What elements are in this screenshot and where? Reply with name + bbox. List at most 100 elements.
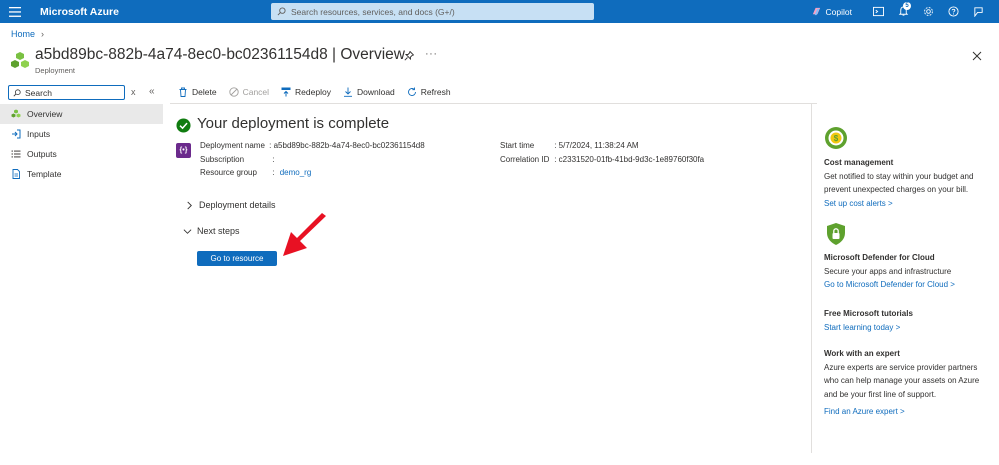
copilot-icon bbox=[812, 7, 820, 16]
redeploy-button[interactable]: Redeploy bbox=[281, 87, 331, 97]
cancel-label: Cancel bbox=[242, 87, 270, 97]
resource-group-row: Resource group : demo_rg bbox=[200, 168, 311, 177]
menu-icon[interactable] bbox=[0, 0, 30, 23]
defender-shield-icon bbox=[827, 223, 845, 245]
resource-menu: Overview Inputs Outputs Template bbox=[0, 104, 163, 184]
deployment-cubes-icon bbox=[11, 52, 29, 68]
breadcrumb-home-link[interactable]: Home bbox=[11, 29, 35, 39]
expert-description: Azure experts are service provider partn… bbox=[824, 362, 980, 399]
menu-search-value: Search bbox=[25, 87, 52, 98]
start-time-row: Start time : 5/7/2024, 11:38:24 AM bbox=[500, 141, 639, 150]
page-subtitle: Deployment bbox=[35, 66, 76, 75]
start-learning-link[interactable]: Start learning today > bbox=[824, 321, 994, 335]
redeploy-icon bbox=[281, 87, 291, 97]
download-icon bbox=[343, 87, 352, 97]
outputs-list-icon bbox=[11, 150, 20, 158]
delete-button[interactable]: Delete bbox=[178, 87, 217, 97]
deployment-name-label: Deployment name bbox=[200, 141, 265, 150]
close-icon[interactable] bbox=[972, 51, 982, 61]
defender-card: Microsoft Defender for Cloud Secure your… bbox=[824, 251, 994, 292]
deployment-details-toggle[interactable]: Deployment details bbox=[185, 200, 276, 210]
refresh-label: Refresh bbox=[420, 87, 451, 97]
deployment-name-row: Deployment name : a5bd89bc-882b-4a74-8ec… bbox=[200, 141, 425, 150]
correlation-id-value: : c2331520-01fb-41bd-9d3c-1e89760f30fa bbox=[554, 155, 705, 164]
trash-icon bbox=[179, 87, 187, 97]
redeploy-label: Redeploy bbox=[295, 87, 331, 97]
subscription-value: : bbox=[272, 155, 275, 164]
deployment-cubes-icon bbox=[11, 109, 20, 118]
cost-management-description: Get notified to stay within your budget … bbox=[824, 171, 974, 195]
cancel-icon bbox=[228, 87, 239, 97]
correlation-id-label: Correlation ID bbox=[500, 155, 550, 164]
template-document-icon bbox=[12, 169, 20, 179]
set-up-cost-alerts-link[interactable]: Set up cost alerts > bbox=[824, 197, 994, 211]
tutorials-title: Free Microsoft tutorials bbox=[824, 309, 913, 318]
correlation-id-row: Correlation ID : c2331520-01fb-41bd-9d3c… bbox=[500, 155, 704, 164]
resource-group-label: Resource group bbox=[200, 168, 257, 177]
cost-management-icon: $ bbox=[825, 127, 847, 149]
next-steps-toggle[interactable]: Next steps bbox=[183, 226, 240, 236]
start-time-label: Start time bbox=[500, 141, 535, 150]
feedback-icon bbox=[974, 7, 983, 17]
collapse-menu-button[interactable]: « bbox=[149, 86, 155, 97]
cost-management-card: Cost management Get notified to stay wit… bbox=[824, 156, 994, 210]
nav-item-label: Inputs bbox=[27, 129, 51, 139]
go-to-defender-link[interactable]: Go to Microsoft Defender for Cloud > bbox=[824, 278, 994, 292]
cancel-button[interactable]: Cancel bbox=[228, 87, 270, 97]
expert-title: Work with an expert bbox=[824, 349, 900, 358]
success-check-icon bbox=[176, 118, 191, 133]
expert-card: Work with an expert Azure experts are se… bbox=[824, 347, 994, 419]
clear-search-button[interactable]: x bbox=[131, 87, 136, 97]
nav-item-outputs[interactable]: Outputs bbox=[0, 144, 163, 164]
command-bar: Delete Cancel Redeploy Download Refresh bbox=[178, 85, 463, 99]
inputs-icon bbox=[11, 129, 20, 139]
search-icon bbox=[277, 7, 286, 16]
delete-label: Delete bbox=[192, 87, 217, 97]
nav-item-inputs[interactable]: Inputs bbox=[0, 124, 163, 144]
nav-item-label: Overview bbox=[27, 109, 63, 119]
global-search-input[interactable]: Search resources, services, and docs (G+… bbox=[271, 3, 594, 20]
download-button[interactable]: Download bbox=[343, 87, 395, 97]
find-expert-link[interactable]: Find an Azure expert > bbox=[824, 405, 994, 419]
defender-description: Secure your apps and infrastructure bbox=[824, 266, 952, 276]
top-bar: Microsoft Azure Search resources, servic… bbox=[0, 0, 999, 23]
notifications-button[interactable]: 5 bbox=[891, 0, 916, 23]
red-arrow-annotation bbox=[283, 213, 326, 256]
help-button[interactable] bbox=[941, 0, 966, 23]
chevron-right-icon bbox=[187, 201, 192, 209]
cost-management-title: Cost management bbox=[824, 158, 894, 167]
subscription-label: Subscription bbox=[200, 155, 245, 164]
search-icon bbox=[13, 88, 21, 96]
copilot-button[interactable]: Copilot bbox=[811, 6, 852, 17]
menu-search-input[interactable]: Search bbox=[8, 85, 125, 100]
notification-badge: 5 bbox=[903, 2, 911, 10]
copilot-label: Copilot bbox=[825, 6, 852, 17]
subscription-row: Subscription : bbox=[200, 155, 274, 164]
settings-button[interactable] bbox=[916, 0, 941, 23]
next-steps-label: Next steps bbox=[197, 226, 240, 236]
deployment-resource-icon: {•} bbox=[176, 143, 191, 158]
defender-title: Microsoft Defender for Cloud bbox=[824, 253, 935, 262]
deployment-name-value: : a5bd89bc-882b-4a74-8ec0-bc02361154d8 bbox=[269, 141, 425, 150]
terminal-icon bbox=[873, 6, 884, 17]
chevron-right-icon: › bbox=[41, 29, 45, 39]
toolbar-divider bbox=[170, 103, 817, 104]
refresh-icon bbox=[407, 87, 416, 96]
more-options-icon[interactable]: ··· bbox=[425, 48, 438, 60]
resource-group-link[interactable]: demo_rg bbox=[280, 168, 312, 177]
start-time-value: : 5/7/2024, 11:38:24 AM bbox=[554, 141, 639, 150]
breadcrumb: Home › bbox=[11, 29, 44, 39]
svg-text:$: $ bbox=[834, 134, 839, 143]
refresh-button[interactable]: Refresh bbox=[407, 87, 451, 97]
feedback-button[interactable] bbox=[966, 0, 991, 23]
brand-name[interactable]: Microsoft Azure bbox=[40, 6, 119, 18]
cloud-shell-button[interactable] bbox=[866, 0, 891, 23]
download-label: Download bbox=[356, 87, 395, 97]
go-to-resource-button[interactable]: Go to resource bbox=[197, 251, 277, 266]
chevron-down-icon bbox=[183, 228, 192, 234]
nav-item-template[interactable]: Template bbox=[0, 164, 163, 184]
pin-icon[interactable] bbox=[404, 51, 414, 61]
deployment-details-label: Deployment details bbox=[199, 200, 276, 210]
page-title: a5bd89bc-882b-4a74-8ec0-bc02361154d8 | O… bbox=[35, 46, 405, 63]
nav-item-overview[interactable]: Overview bbox=[0, 104, 163, 124]
